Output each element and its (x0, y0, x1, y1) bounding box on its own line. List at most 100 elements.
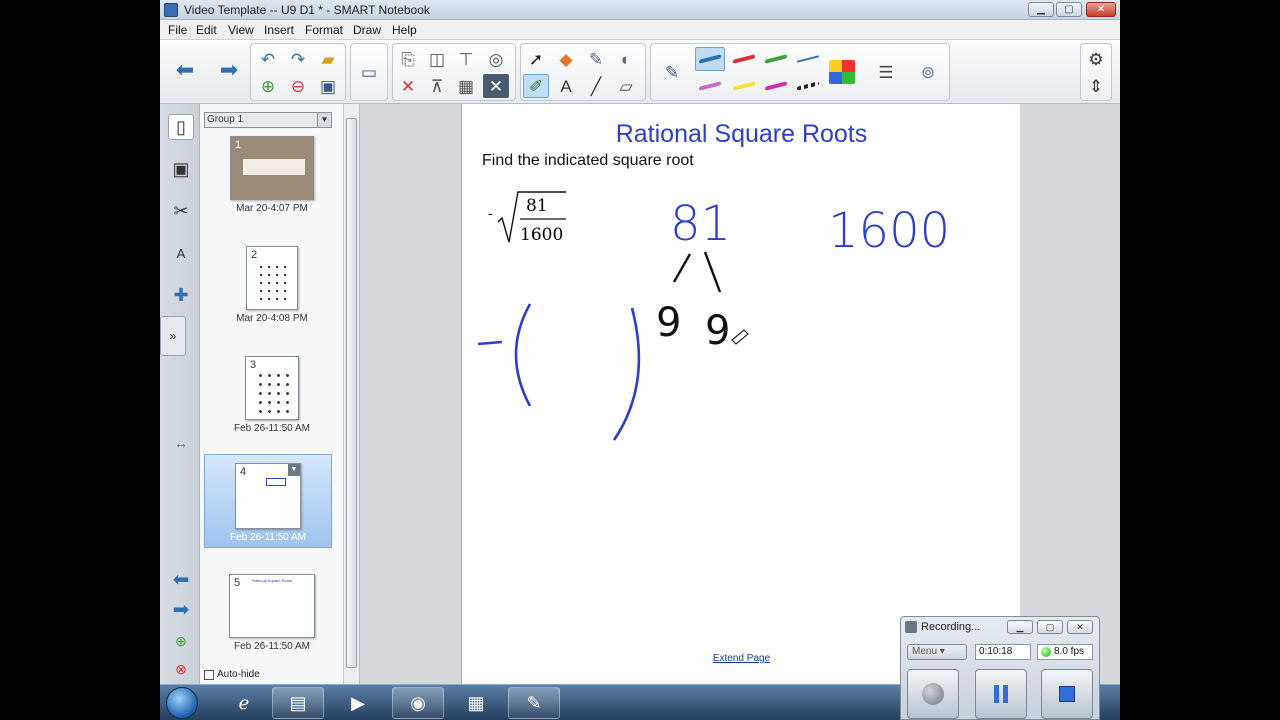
insert-page-icon[interactable]: ⊕ (168, 628, 194, 654)
next-page-icon[interactable]: ➡ (216, 58, 242, 82)
delete-table-icon[interactable]: ✕ (483, 74, 509, 98)
resize-icon[interactable]: ↔ (168, 430, 194, 456)
ink-9-left: 9 (656, 300, 681, 346)
auto-hide-label: Auto-hide (217, 669, 260, 680)
fill-icon[interactable]: ◐ (613, 47, 639, 71)
record-button[interactable] (907, 669, 959, 719)
ink-swatch (699, 54, 721, 64)
scrollbar-thumb[interactable] (346, 118, 357, 668)
paste-icon[interactable]: ⎘ (395, 47, 421, 71)
table-icon[interactable]: ▦ (453, 74, 479, 98)
redo-icon[interactable]: ↷ (285, 47, 311, 71)
close-button[interactable]: ✕ (1086, 2, 1116, 17)
move-left-icon[interactable]: ⬅ (168, 566, 194, 592)
screen-capture-icon[interactable]: ◫ (424, 47, 450, 71)
recorder-minimize-button[interactable]: ▁ (1007, 620, 1033, 634)
ink-branch-right (703, 251, 722, 293)
add-page-icon[interactable]: ⊕ (255, 74, 281, 98)
remove-page-icon[interactable]: ⊗ (168, 656, 194, 682)
magic-pen-icon[interactable]: ✎ (583, 47, 609, 71)
save-icon[interactable]: ▣ (315, 74, 341, 98)
line-style-icon[interactable]: ☰ (873, 60, 899, 84)
properties-tab-icon[interactable]: A (168, 240, 194, 266)
menu-view[interactable]: View (228, 23, 254, 37)
calculator-icon[interactable]: ▦ (450, 687, 502, 719)
color-palette-icon[interactable] (829, 60, 855, 84)
menu-edit[interactable]: Edit (196, 23, 217, 37)
menu-format[interactable]: Format (305, 23, 343, 37)
page-thumbnail-3[interactable]: 3 Feb 26-11:50 AM (204, 356, 340, 434)
maximize-button[interactable]: ▢ (1056, 2, 1082, 17)
show-page-icon[interactable]: ⊤ (453, 47, 479, 71)
pen-style-2[interactable] (729, 47, 759, 71)
record-icon (922, 683, 944, 705)
open-folder-icon[interactable]: ▰ (315, 47, 341, 71)
pen-style-5[interactable] (695, 74, 725, 98)
delete-page-icon[interactable]: ⊖ (285, 74, 311, 98)
auto-hide-checkbox[interactable]: Auto-hide (204, 669, 260, 680)
page-thumbnail-1[interactable]: 1 Mar 20-4:07 PM (204, 136, 340, 214)
page-sorter-icon[interactable]: ▯ (168, 114, 194, 140)
window-title: Video Template -- U9 D1 * - SMART Notebo… (184, 3, 430, 17)
display-icon[interactable]: ⊼ (424, 74, 450, 98)
pen-style-1[interactable] (695, 47, 725, 71)
expand-tab-icon[interactable]: » (160, 316, 186, 356)
title-bar: Video Template -- U9 D1 * - SMART Notebo… (160, 0, 1120, 20)
pen-style-8[interactable] (793, 74, 823, 98)
pen-style-6[interactable] (729, 74, 759, 98)
menu-draw[interactable]: Draw (353, 23, 381, 37)
page-thumbnail-2[interactable]: 2 Mar 20-4:08 PM (204, 246, 340, 324)
move-right-icon[interactable]: ➡ (168, 596, 194, 622)
pen-style-4[interactable] (793, 47, 823, 71)
eraser-icon[interactable]: ▱ (613, 74, 639, 98)
previous-page-icon[interactable]: ⬅ (172, 58, 198, 82)
link-icon[interactable]: ◎ (483, 47, 509, 71)
delete-icon[interactable]: ✕ (395, 74, 421, 98)
recorder-maximize-button[interactable]: ▢ (1037, 620, 1063, 634)
screen-shade-icon[interactable]: ▭ (356, 60, 382, 84)
sorter-scrollbar[interactable] (344, 104, 360, 684)
notebook-page[interactable]: Rational Square Roots Find the indicated… (461, 104, 1022, 684)
gear-icon[interactable]: ⚙ (1083, 47, 1109, 71)
start-button[interactable] (166, 687, 198, 719)
pause-button[interactable] (975, 669, 1027, 719)
ink-swatch (797, 55, 819, 63)
recorder-menu-button[interactable]: Menu ▾ (907, 644, 967, 660)
folder-icon[interactable]: ▤ (272, 687, 324, 719)
minimize-button[interactable]: ▁ (1028, 2, 1054, 17)
media-player-icon[interactable]: ▶ (332, 687, 384, 719)
page-caption: Feb 26-11:50 AM (230, 532, 306, 543)
ink-paren-right (612, 307, 641, 441)
add-ons-icon[interactable]: ✚ (168, 282, 194, 308)
pens-icon[interactable]: ✐ (523, 74, 549, 98)
pen-style-7[interactable] (761, 74, 791, 98)
properties-icon[interactable]: ⊚ (915, 60, 941, 84)
thumbnail-textbox (243, 159, 305, 175)
toolbar: ⬅ ➡ ↶ ↷ ▰ ⊕ ⊖ ▣ ▭ ⎘ ◫ ⊤ ◎ ✕ ⊼ ▦ ✕ ➚ ◆ ✎ … (160, 40, 1120, 104)
recorder-close-button[interactable]: ✕ (1067, 620, 1093, 634)
internet-explorer-icon[interactable]: ℯ (218, 687, 270, 719)
page-number: 5 (234, 577, 241, 589)
toolbar-move-icon[interactable]: ⇕ (1083, 74, 1109, 98)
group-select[interactable]: Group 1 ▼ (204, 112, 332, 128)
page-thumbnail-5[interactable]: 5 Rational Square Roots Feb 26-11:50 AM (204, 574, 340, 652)
thumbnail-menu-icon[interactable]: ▼ (288, 464, 300, 476)
menu-file[interactable]: File (168, 23, 187, 37)
pen-icon[interactable]: ✎ (659, 60, 685, 84)
line-icon[interactable]: ╱ (583, 74, 609, 98)
select-arrow-icon[interactable]: ➚ (523, 47, 549, 71)
thumbnail-image: 5 Rational Square Roots (229, 574, 315, 638)
checkbox-box (204, 669, 214, 680)
recorder-icon[interactable]: ◉ (392, 687, 444, 719)
menu-help[interactable]: Help (392, 23, 417, 37)
menu-insert[interactable]: Insert (264, 23, 294, 37)
attachments-icon[interactable]: ✂ (168, 198, 194, 224)
page-thumbnail-4[interactable]: 4 ▼ Feb 26-11:50 AM (204, 454, 332, 548)
text-icon[interactable]: A (553, 74, 579, 98)
pen-style-3[interactable] (761, 47, 791, 71)
stop-button[interactable] (1041, 669, 1093, 719)
undo-icon[interactable]: ↶ (255, 47, 281, 71)
gallery-icon[interactable]: ▣ (168, 156, 194, 182)
shapes-icon[interactable]: ◆ (553, 47, 579, 71)
smart-notebook-icon[interactable]: ✎ (508, 687, 560, 719)
